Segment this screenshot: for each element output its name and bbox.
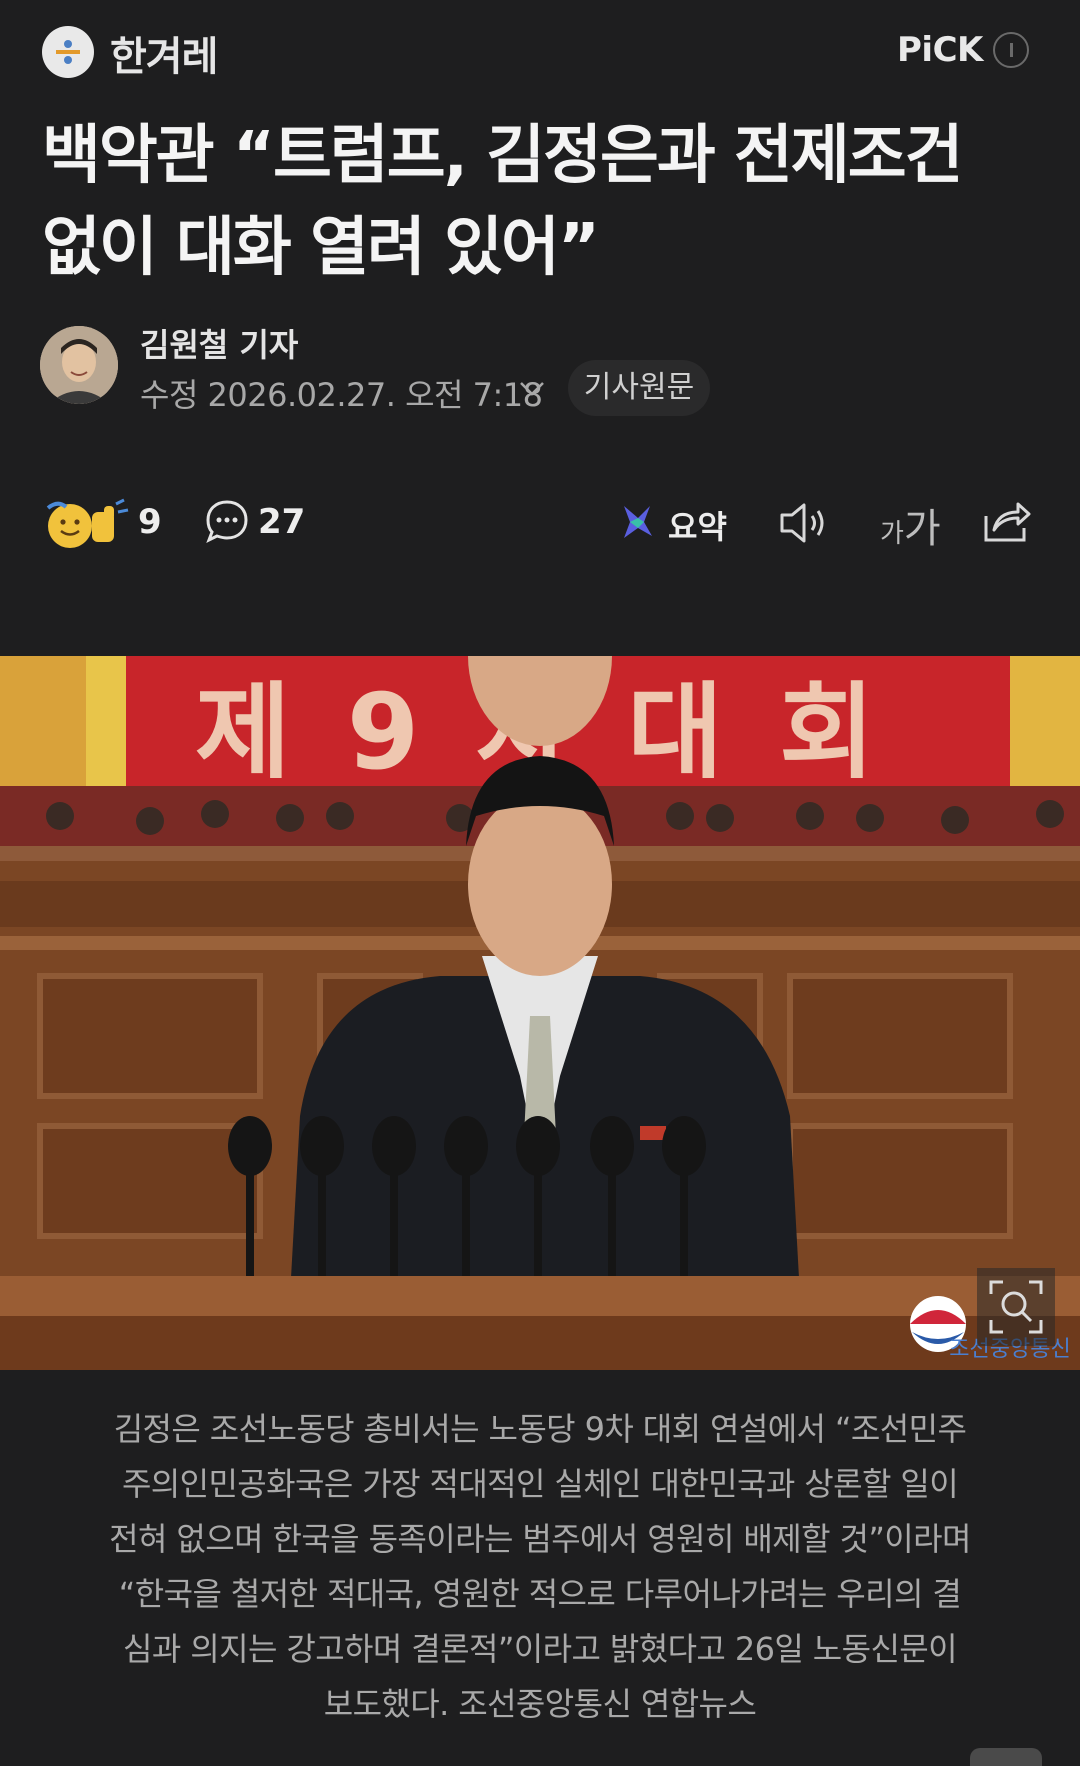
reaction-emoji-icon[interactable] (44, 498, 130, 550)
reaction-count[interactable]: 9 (138, 502, 162, 542)
pick-label: PiCK (897, 30, 983, 70)
font-size-button[interactable]: 가가 (880, 496, 941, 554)
chevron-down-icon[interactable] (518, 380, 546, 398)
comment-count[interactable]: 27 (258, 502, 305, 542)
caption-line-3: 전혀 없으며 한국을 동족이라는 범주에서 영원히 배제할 것”이라며 (109, 1520, 971, 1558)
article-photo[interactable]: 제 9 차 대 회 (0, 656, 1080, 1370)
speaker-icon[interactable] (778, 500, 830, 546)
scroll-top-tab[interactable] (970, 1748, 1042, 1766)
top-bar: 한겨레 PiCK (0, 0, 1080, 100)
press-name[interactable]: 한겨레 (110, 24, 218, 82)
article-title-line-2: 없이 대화 열려 있어” (42, 211, 600, 285)
ai-summary-icon[interactable] (616, 500, 658, 542)
info-icon[interactable] (993, 32, 1029, 68)
comment-icon[interactable] (204, 498, 250, 544)
photo-zoom-button[interactable] (977, 1268, 1055, 1346)
press-logo-icon[interactable] (42, 26, 94, 78)
photo-caption: 김정은 조선노동당 총비서는 노동당 9차 대회 연설에서 “조선민주 주의인민… (44, 1402, 1036, 1732)
article-page: 한겨레 PiCK 백악관 “트럼프, 김정은과 전제조건 없이 대화 열려 있어… (0, 0, 1080, 1766)
article-title: 백악관 “트럼프, 김정은과 전제조건 없이 대화 열려 있어” (42, 110, 1042, 294)
caption-line-2: 주의인민공화국은 가장 적대적인 실체인 대한민국과 상론할 일이 (121, 1465, 959, 1503)
article-datetime: 수정 2026.02.27. 오전 7:18 (140, 376, 543, 414)
search-icon (989, 1280, 1043, 1334)
share-icon[interactable] (982, 498, 1032, 544)
font-size-large-glyph: 가 (903, 506, 941, 552)
reporter-avatar[interactable] (40, 326, 118, 404)
caption-line-4: “한국을 철저한 적대국, 영원한 적으로 다루어나가려는 우리의 결 (118, 1575, 962, 1613)
caption-line-6: 보도했다. 조선중앙통신 연합뉴스 (323, 1685, 757, 1723)
action-bar: 9 27 요약 가가 (0, 490, 1080, 560)
caption-line-5: 심과 의지는 강고하며 결론적”이라고 밝혔다고 26일 노동신문이 (123, 1630, 958, 1668)
summary-button[interactable]: 요약 (668, 502, 727, 548)
original-article-button[interactable]: 기사원문 (568, 360, 710, 416)
article-title-line-1: 백악관 “트럼프, 김정은과 전제조건 (42, 119, 964, 193)
reporter-name[interactable]: 김원철 기자 (140, 320, 298, 366)
font-size-small-glyph: 가 (880, 519, 904, 549)
caption-line-1: 김정은 조선노동당 총비서는 노동당 9차 대회 연설에서 “조선민주 (113, 1410, 967, 1448)
